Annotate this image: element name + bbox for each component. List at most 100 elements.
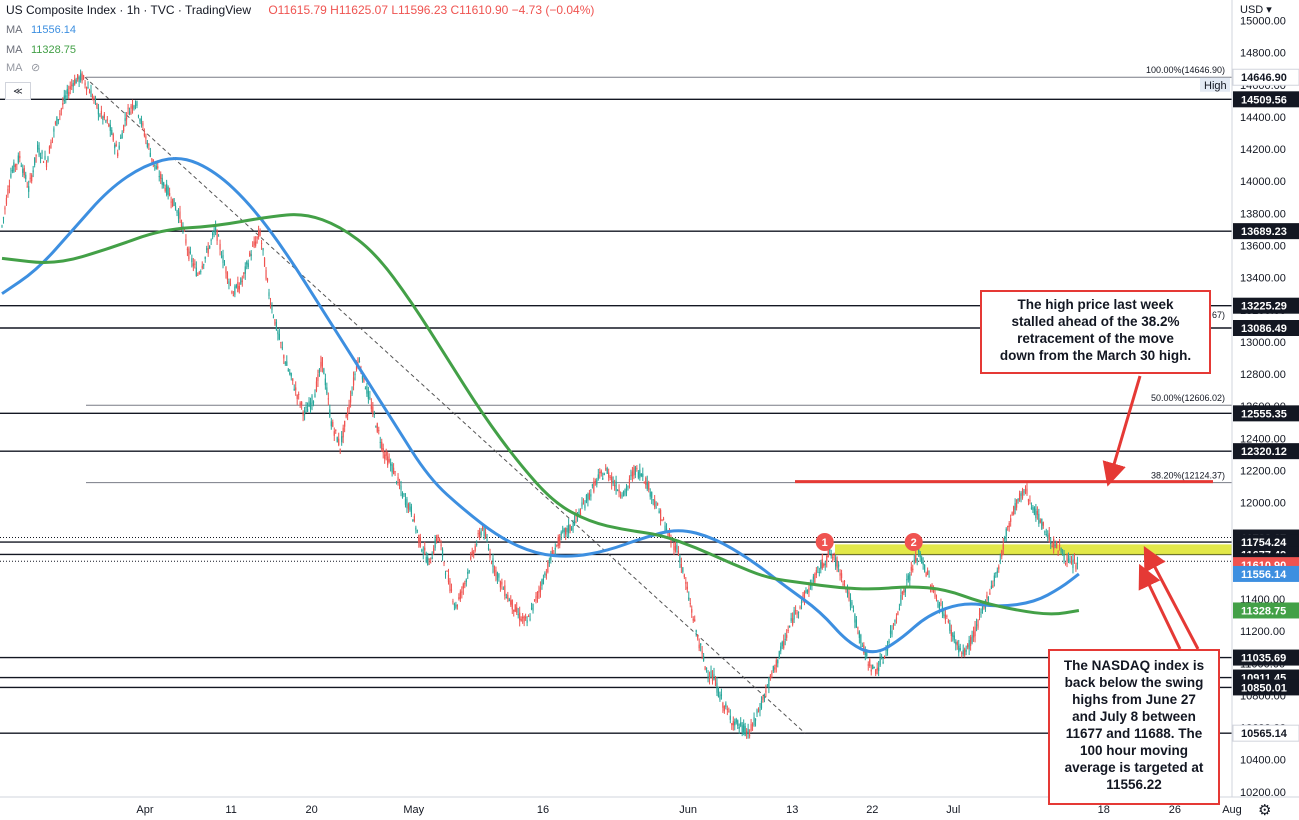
candle-body (249, 252, 251, 256)
candle-body (1023, 491, 1025, 493)
candle-body (1, 225, 3, 227)
candle-body (981, 605, 984, 611)
candle-body (668, 532, 671, 536)
candle-body (717, 688, 720, 697)
candle-body (786, 634, 788, 638)
candle-body (458, 597, 460, 599)
candle-body (332, 421, 334, 427)
candle-body (581, 502, 583, 507)
candle-body (372, 406, 374, 414)
candle-body (143, 133, 145, 136)
candle-body (482, 526, 484, 530)
collapse-legend-button[interactable]: ≪ (5, 82, 31, 100)
candle-body (912, 568, 914, 571)
candle-body (117, 152, 119, 157)
candle-body (41, 151, 43, 154)
candle-body (498, 574, 500, 578)
candle-body (93, 97, 95, 100)
y-tick-label: 14400.00 (1240, 112, 1286, 124)
candle-body (679, 556, 681, 563)
candle-body (412, 519, 414, 522)
candle-body (44, 156, 46, 160)
candle-body (140, 118, 143, 125)
candle-body (127, 107, 129, 109)
candle-body (364, 388, 367, 390)
candle-body (318, 369, 321, 374)
candle-body (925, 572, 927, 577)
candle-body (42, 161, 45, 163)
candle-body (640, 473, 642, 477)
currency-label: USD (1240, 4, 1264, 16)
candle-body (192, 263, 194, 267)
legend-ma-100[interactable]: MA 11556.14 (6, 24, 76, 36)
note-line: average is targeted at (1064, 760, 1204, 775)
candle-body (597, 474, 599, 479)
candle-body (306, 408, 309, 412)
candle-body (10, 173, 12, 178)
candle-body (1066, 554, 1068, 562)
candle-body (729, 715, 731, 720)
candle-body (643, 482, 645, 484)
candle-body (777, 659, 779, 664)
arrow-to-ma (1138, 563, 1182, 650)
candle-body (28, 186, 30, 192)
note-line: retracement of the move (1017, 331, 1174, 346)
candle-body (806, 590, 809, 593)
candle-body (169, 193, 171, 196)
candle-body (349, 395, 352, 403)
candle-body (821, 559, 823, 569)
candle-body (327, 398, 329, 400)
candle-body (17, 155, 19, 163)
gear-icon[interactable]: ⚙ (1258, 801, 1271, 819)
price-tag-label: 13225.29 (1241, 301, 1287, 313)
candle-body (728, 711, 730, 713)
candle-body (611, 476, 613, 484)
candle-body (197, 274, 199, 276)
candle-body (910, 566, 912, 571)
currency-button[interactable]: USD ▾ (1240, 3, 1272, 16)
candle-body (961, 652, 963, 654)
candle-body (443, 562, 445, 564)
candle-body (660, 509, 662, 521)
candle-body (112, 134, 114, 141)
candle-body (186, 248, 189, 251)
candle-body (160, 173, 162, 179)
annotation-arrows (1102, 375, 1200, 650)
candle-body (944, 614, 946, 620)
candle-body (703, 656, 705, 661)
candle-body (136, 101, 138, 106)
candle-body (60, 108, 62, 110)
candle-body (134, 103, 137, 106)
candle-body (713, 674, 715, 681)
candle-body (246, 261, 248, 265)
candle-body (888, 640, 890, 644)
candle-body (796, 612, 798, 615)
candle-body (562, 530, 564, 532)
candle-body (237, 281, 239, 292)
candle-body (720, 694, 723, 697)
legend-ma-200[interactable]: MA 11328.75 (6, 44, 76, 56)
candle-body (301, 401, 303, 405)
candle-body (164, 187, 166, 192)
candle-body (705, 668, 708, 670)
candle-body (707, 675, 709, 677)
candle-body (602, 477, 604, 480)
candle-body (13, 162, 15, 172)
candle-body (348, 404, 350, 410)
candle-body (894, 619, 896, 623)
x-tick-label: Apr (136, 804, 153, 816)
eye-hidden-icon[interactable]: ⊘ (31, 62, 40, 74)
legend-ma-hidden[interactable]: MA ⊘ (6, 61, 40, 74)
candle-body (633, 467, 635, 476)
candle-body (102, 116, 104, 120)
candle-body (1008, 522, 1010, 528)
note-line: 11556.22 (1106, 777, 1162, 792)
candle-body (1072, 559, 1074, 569)
swing-marker-label: 2 (911, 537, 917, 549)
candle-body (967, 644, 969, 648)
note-line: The NASDAQ index is (1063, 658, 1205, 673)
candle-body (529, 618, 531, 620)
candle-body (207, 248, 209, 254)
candle-body (964, 648, 966, 656)
candle-body (263, 257, 266, 267)
